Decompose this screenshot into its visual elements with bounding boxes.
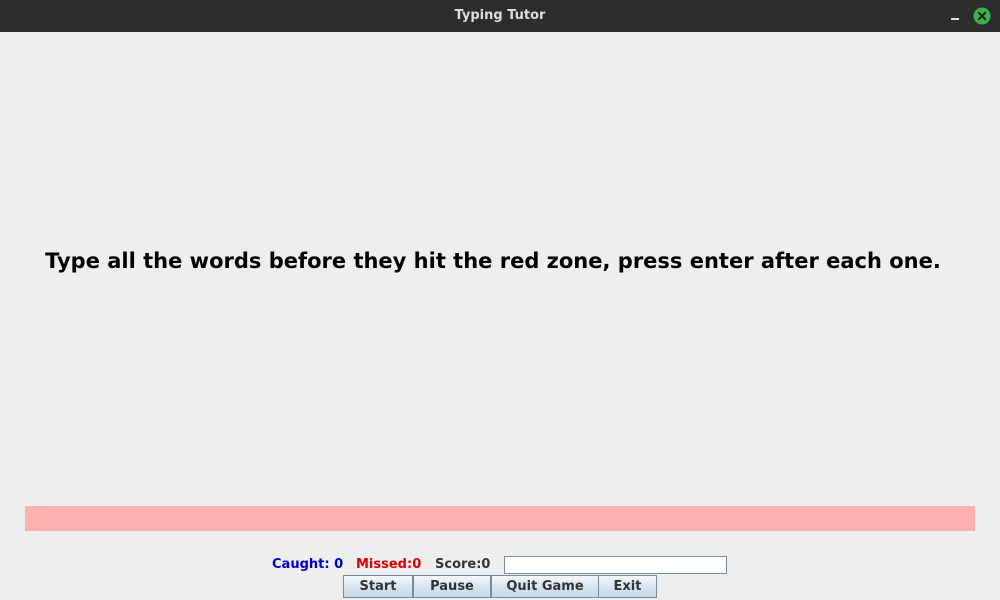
quit-game-button[interactable]: Quit Game	[491, 575, 599, 598]
exit-button[interactable]: Exit	[598, 575, 657, 598]
window-title: Typing Tutor	[454, 8, 546, 23]
game-panel: Type all the words before they hit the r…	[0, 32, 1000, 600]
close-button[interactable]	[973, 7, 991, 25]
word-input[interactable]	[504, 556, 727, 574]
close-icon	[973, 7, 991, 25]
score-count: Score:0	[435, 557, 491, 572]
instruction-text: Type all the words before they hit the r…	[45, 249, 941, 273]
caught-count: Caught: 0	[272, 557, 344, 572]
title-bar[interactable]: Typing Tutor	[0, 0, 1000, 32]
red-zone	[25, 506, 975, 531]
pause-button[interactable]: Pause	[413, 575, 491, 598]
status-bar: Caught: 0 Missed:0 Score:0	[0, 556, 1000, 576]
missed-count: Missed:0	[356, 557, 422, 572]
start-button[interactable]: Start	[343, 575, 413, 598]
typing-tutor-window: Typing Tutor Type all the words before t…	[0, 0, 1000, 600]
minimize-icon	[951, 18, 959, 20]
minimize-button[interactable]	[946, 6, 964, 26]
